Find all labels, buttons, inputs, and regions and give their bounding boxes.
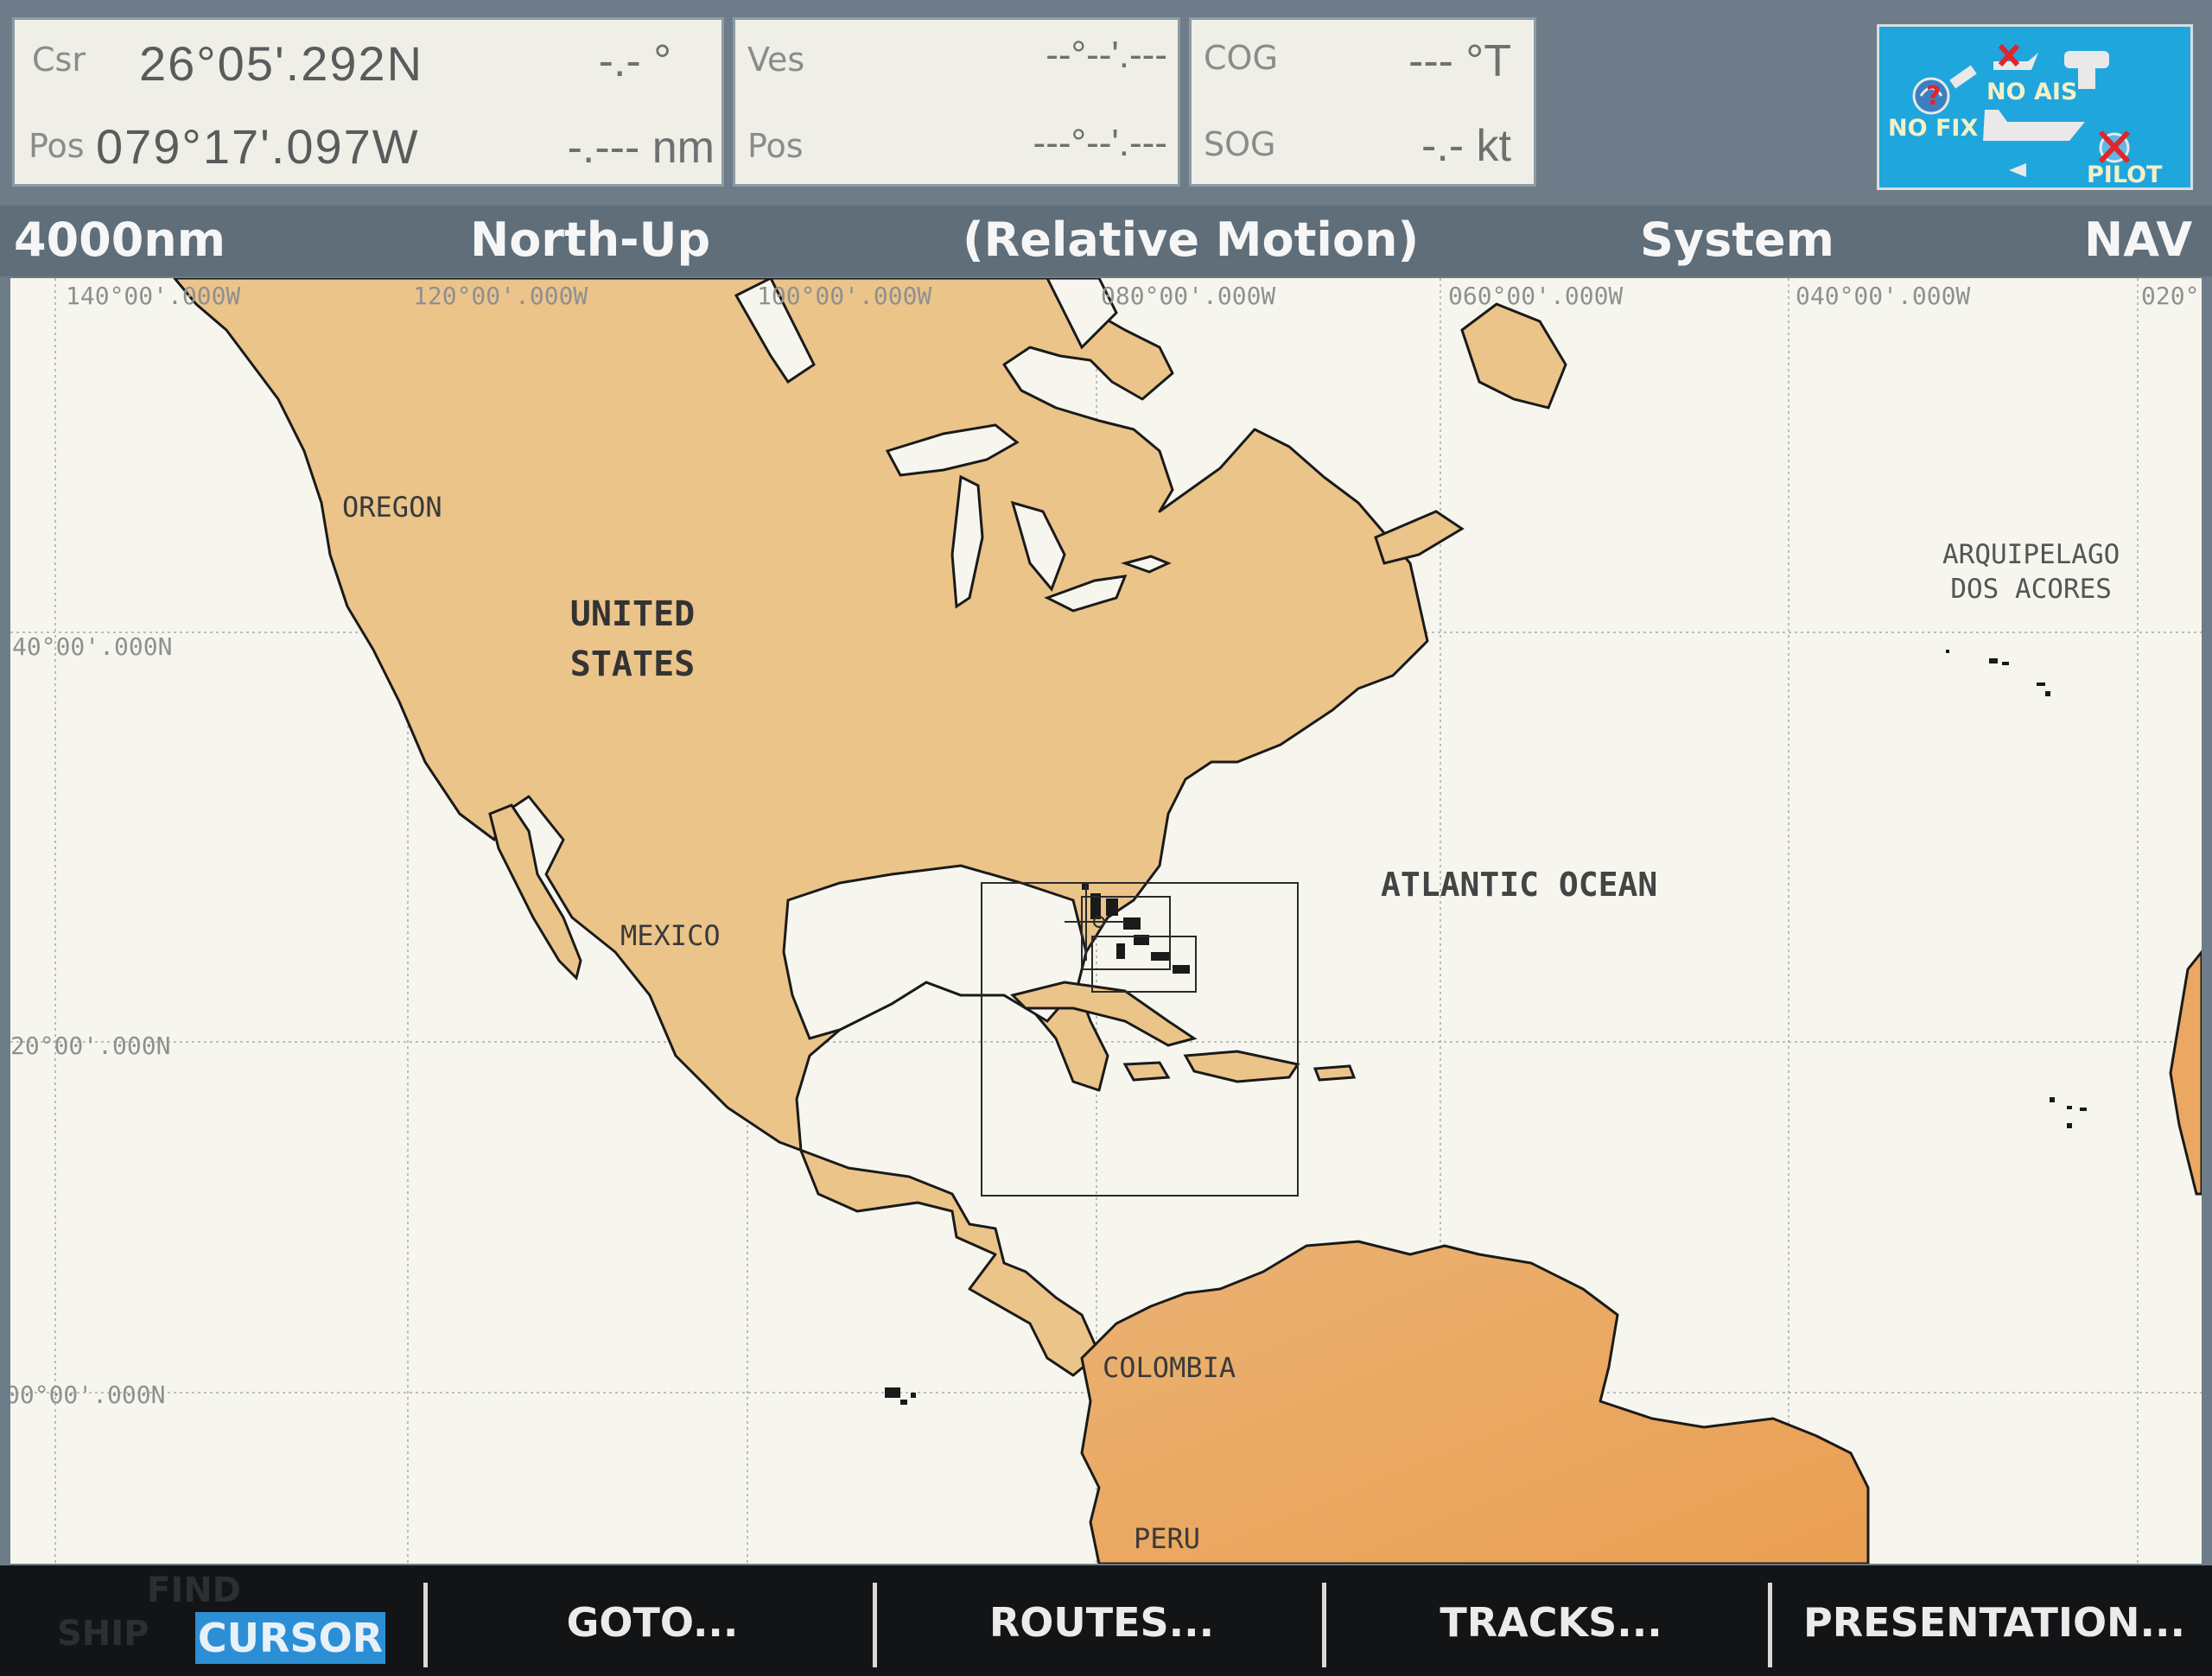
azores-islands [1946, 650, 2050, 696]
softkey-divider [1322, 1583, 1326, 1667]
label-colombia: COLOMBIA [1103, 1351, 1236, 1384]
vessel-longitude: ---°--'.--- [1033, 122, 1167, 164]
goto-softkey-label: GOTO... [566, 1599, 739, 1646]
africa-coast [2169, 949, 2202, 1196]
no-ais-label: NO AIS [1986, 79, 2078, 105]
label-united-states: UNITED STATES [529, 589, 736, 689]
azores-line-1: ARQUIPELAGO [1942, 539, 2120, 570]
cursor-range: -.--- nm [567, 123, 715, 173]
vessel-latitude: --°--'.--- [1046, 34, 1167, 76]
sog-value: -.- kt [1421, 121, 1511, 171]
lat-label-20n: 20°00'.000N [10, 1032, 171, 1060]
north-america-landmass [173, 278, 1429, 1377]
label-oregon: OREGON [342, 491, 442, 524]
cursor-softkey[interactable]: CURSOR [195, 1612, 385, 1664]
lon-label-020w: 020° [2141, 282, 2200, 310]
cursor-softkey-label: CURSOR [197, 1615, 384, 1661]
cursor-longitude: 079°17'.097W [96, 119, 420, 174]
pilot-label: PILOT [2087, 162, 2163, 188]
label-mexico: MEXICO [620, 919, 721, 952]
cursor-latitude: 26°05'.292N [139, 36, 424, 91]
lon-label-120w: 120°00'.000W [413, 282, 588, 310]
lon-label-140w: 140°00'.000W [66, 282, 241, 310]
softkey-divider [1768, 1583, 1772, 1667]
lon-label-060w: 060°00'.000W [1448, 282, 1624, 310]
label-peru: PERU [1134, 1522, 1201, 1555]
south-america-landmass [1080, 1240, 1870, 1564]
goto-softkey[interactable]: GOTO... [432, 1581, 873, 1664]
softkey-divider [423, 1583, 428, 1667]
canary-islands [2050, 1097, 2087, 1128]
lat-label-40n: 40°00'.000N [12, 632, 173, 661]
galapagos-islands [885, 1387, 916, 1405]
cog-label: COG [1204, 39, 1278, 77]
newfoundland [1374, 302, 1567, 565]
sensor-status-panel[interactable]: ? NO AIS NO FIX PILOT [1877, 24, 2193, 190]
range-scale[interactable]: 4000nm [14, 213, 226, 267]
tracks-softkey[interactable]: TRACKS... [1331, 1581, 1771, 1664]
routes-softkey[interactable]: ROUTES... [881, 1581, 1322, 1664]
us-line-1: UNITED [569, 594, 696, 634]
ghost-ship-label: SHIP [57, 1614, 149, 1654]
orientation-mode[interactable]: North-Up [470, 213, 710, 267]
presentation-softkey-label: PRESENTATION... [1803, 1599, 2185, 1646]
softkey-divider [873, 1583, 877, 1667]
cog-value: --- °T [1408, 36, 1511, 86]
gulf-of-mexico [782, 864, 1088, 1040]
label-azores: ARQUIPELAGO DOS ACORES [1942, 537, 2120, 606]
sog-label: SOG [1204, 125, 1276, 163]
routes-softkey-label: ROUTES... [988, 1599, 1215, 1646]
cog-sog-box: COG --- °T SOG -.- kt [1189, 17, 1536, 187]
tracks-softkey-label: TRACKS... [1440, 1599, 1662, 1646]
cursor-data-box: Csr 26°05'.292N -.- ° Pos 079°17'.097W -… [12, 17, 724, 187]
vessel-pos-label: Pos [747, 127, 804, 165]
page-label: NAV [2084, 213, 2193, 267]
lat-label-00n: 00°00'.000N [10, 1381, 166, 1409]
ghost-find-label: FIND [147, 1571, 241, 1610]
ves-label: Ves [747, 41, 805, 79]
presentation-softkey[interactable]: PRESENTATION... [1777, 1581, 2212, 1664]
vessel-icon [1983, 110, 2085, 177]
svg-text:?: ? [1926, 81, 1941, 111]
gps-satellite-icon: ? [1912, 65, 1977, 115]
label-atlantic-ocean: ATLANTIC OCEAN [1381, 866, 1658, 904]
motion-mode[interactable]: (Relative Motion) [963, 213, 1419, 267]
lon-label-100w: 100°00'.000W [757, 282, 932, 310]
lon-label-040w: 040°00'.000W [1796, 282, 1971, 310]
pos-label: Pos [29, 127, 85, 165]
lon-label-080w: 080°00'.000W [1101, 282, 1276, 310]
vessel-data-box: Ves --°--'.--- Pos ---°--'.--- [733, 17, 1180, 187]
azores-line-2: DOS ACORES [1950, 574, 2112, 605]
csr-label: Csr [32, 41, 86, 79]
us-line-2: STATES [569, 644, 696, 684]
chart-area[interactable]: 140°00'.000W 120°00'.000W 100°00'.000W 0… [10, 278, 2202, 1564]
datum-mode[interactable]: System [1640, 213, 1834, 267]
autopilot-icon [2098, 130, 2131, 164]
cursor-bearing: -.- ° [598, 36, 671, 86]
no-fix-label: NO FIX [1888, 115, 1979, 142]
chart-title-bar: 4000nm North-Up (Relative Motion) System… [0, 206, 2212, 276]
